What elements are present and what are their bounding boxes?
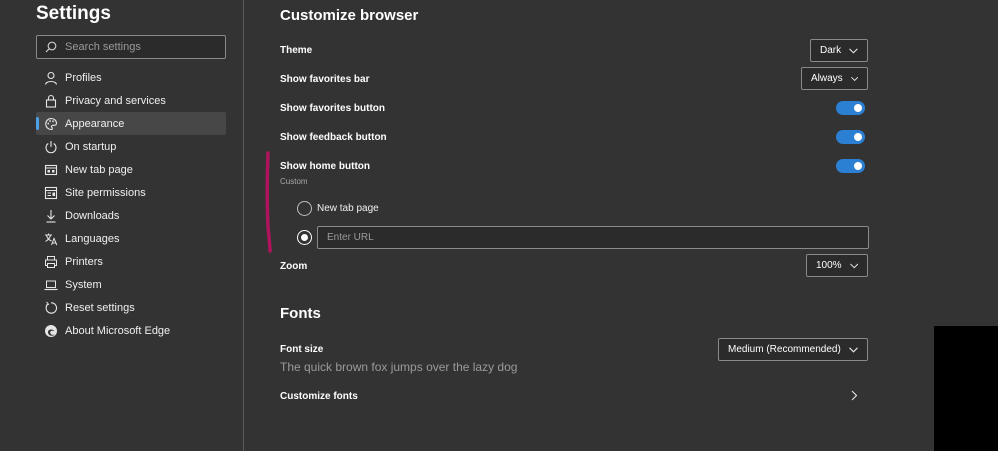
sidebar-item-profiles[interactable]: Profiles <box>36 66 226 89</box>
favorites-button-label: Show favorites button <box>280 103 385 114</box>
sidebar-item-reset-settings[interactable]: Reset settings <box>36 296 226 319</box>
sidebar-title: Settings <box>36 3 111 24</box>
search-icon <box>45 41 57 53</box>
favorites-bar-label: Show favorites bar <box>280 74 370 85</box>
sidebar-item-label: Languages <box>65 232 120 245</box>
zoom-dropdown[interactable]: 100% <box>806 254 868 277</box>
chevron-down-icon <box>849 47 858 54</box>
power-icon <box>45 140 57 153</box>
chevron-right-icon[interactable] <box>851 390 858 401</box>
font-size-label: Font size <box>280 344 324 355</box>
sidebar-item-site-permissions[interactable]: Site permissions <box>36 181 226 204</box>
sidebar-nav: Profiles Privacy and services Appearance <box>36 66 226 342</box>
sidebar-item-label: Site permissions <box>65 186 146 199</box>
home-button-toggle[interactable] <box>836 159 865 173</box>
font-size-dropdown[interactable]: Medium (Recommended) <box>718 338 868 361</box>
new-tab-icon <box>44 164 58 175</box>
new-tab-page-radio-label: New tab page <box>317 203 379 214</box>
chevron-down-icon <box>849 263 858 268</box>
sidebar-item-appearance[interactable]: Appearance <box>36 112 226 135</box>
chevron-down-icon <box>850 76 858 81</box>
feedback-button-label: Show feedback button <box>280 132 387 143</box>
sidebar-item-languages[interactable]: Languages <box>36 227 226 250</box>
reset-icon <box>45 301 58 314</box>
search-box[interactable] <box>36 35 226 59</box>
favorites-bar-dropdown[interactable]: Always <box>801 67 868 90</box>
sidebar-item-label: System <box>65 278 102 291</box>
settings-sidebar: Settings Profiles Privacy and services <box>0 0 244 451</box>
sidebar-item-printers[interactable]: Printers <box>36 250 226 273</box>
favorites-bar-value: Always <box>811 73 843 84</box>
lock-icon <box>45 94 57 108</box>
annotation-mark <box>265 151 272 253</box>
sidebar-item-label: Downloads <box>65 209 120 222</box>
profile-icon <box>44 71 58 85</box>
theme-dropdown[interactable]: Dark <box>810 39 868 62</box>
home-url-input[interactable] <box>317 226 869 249</box>
download-icon <box>46 209 56 223</box>
home-button-sub-label: Custom <box>280 177 308 186</box>
custom-url-radio[interactable] <box>297 230 312 245</box>
zoom-value: 100% <box>816 260 842 271</box>
home-button-label: Show home button <box>280 161 370 172</box>
sidebar-item-label: Printers <box>65 255 103 268</box>
sidebar-item-on-startup[interactable]: On startup <box>36 135 226 158</box>
fonts-heading: Fonts <box>280 305 321 322</box>
new-tab-page-radio[interactable] <box>297 201 312 216</box>
zoom-label: Zoom <box>280 261 308 272</box>
theme-label: Theme <box>280 45 313 56</box>
font-size-value: Medium (Recommended) <box>728 344 841 355</box>
sidebar-item-label: Appearance <box>65 117 125 130</box>
feedback-button-toggle[interactable] <box>836 130 865 144</box>
sidebar-item-label: Reset settings <box>65 301 135 314</box>
chevron-down-icon <box>849 346 858 353</box>
laptop-icon <box>44 280 58 290</box>
palette-icon <box>45 117 58 130</box>
sidebar-item-new-tab-page[interactable]: New tab page <box>36 158 226 181</box>
sidebar-item-downloads[interactable]: Downloads <box>36 204 226 227</box>
sidebar-item-system[interactable]: System <box>36 273 226 296</box>
customize-fonts-link[interactable]: Customize fonts <box>280 391 358 402</box>
edge-logo-icon <box>45 324 57 337</box>
languages-icon <box>45 233 58 245</box>
sidebar-item-label: Profiles <box>65 71 102 84</box>
sidebar-item-label: About Microsoft Edge <box>65 324 171 337</box>
customize-browser-heading: Customize browser <box>280 7 419 24</box>
printer-icon <box>45 255 57 268</box>
sidebar-item-label: Privacy and services <box>65 94 166 107</box>
sidebar-item-about[interactable]: About Microsoft Edge <box>36 319 226 342</box>
site-permissions-icon <box>44 186 58 199</box>
black-overlay-block <box>934 326 998 451</box>
search-input[interactable] <box>65 41 215 53</box>
theme-value: Dark <box>820 45 842 56</box>
font-sample-text: The quick brown fox jumps over the lazy … <box>280 360 518 374</box>
favorites-button-toggle[interactable] <box>836 101 865 115</box>
sidebar-item-label: On startup <box>65 140 117 153</box>
sidebar-item-privacy[interactable]: Privacy and services <box>36 89 226 112</box>
sidebar-item-label: New tab page <box>65 163 133 176</box>
